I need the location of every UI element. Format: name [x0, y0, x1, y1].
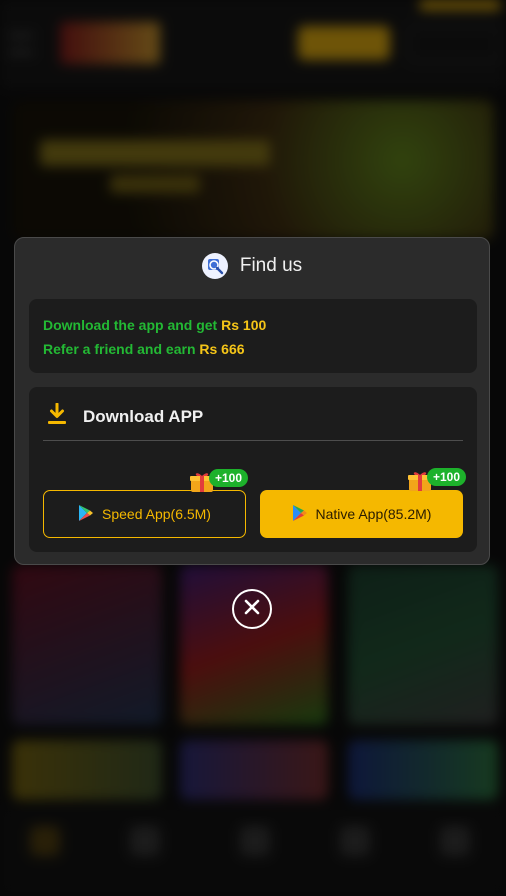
bonus-badge: +100 — [209, 469, 249, 487]
promo-line-download: Download the app and get Rs 100 — [43, 313, 463, 337]
promo-refer-value: Rs 666 — [199, 341, 245, 357]
play-store-icon — [292, 504, 308, 525]
download-header: Download APP — [47, 402, 204, 430]
download-title: Download APP — [83, 406, 204, 426]
modal-header: Find us — [15, 238, 489, 293]
native-app-button[interactable]: Native App(85.2M) +100 — [260, 468, 467, 538]
magnifier-icon — [201, 252, 228, 279]
native-app-label: Native App(85.2M) — [315, 506, 432, 522]
promo-download-text: Download the app and get — [43, 317, 218, 333]
promo-line-refer: Refer a friend and earn Rs 666 — [43, 337, 463, 361]
close-icon — [243, 598, 261, 621]
bonus-badge: +100 — [427, 468, 467, 486]
close-modal-button[interactable] — [232, 589, 272, 629]
promo-panel: Download the app and get Rs 100 Refer a … — [29, 299, 477, 373]
download-icon — [47, 402, 67, 430]
modal-title: Find us — [239, 254, 303, 276]
download-panel: Download APP Speed App(6.5M) +100 Native… — [29, 387, 477, 552]
promo-refer-text: Refer a friend and earn — [43, 341, 196, 357]
speed-app-button[interactable]: Speed App(6.5M) +100 — [43, 469, 249, 538]
divider — [43, 440, 463, 441]
speed-app-label: Speed App(6.5M) — [102, 506, 211, 522]
speed-app-bonus: +100 — [189, 469, 249, 495]
promo-download-value: Rs 100 — [221, 317, 267, 333]
find-us-modal: Find us Download the app and get Rs 100 … — [14, 237, 490, 565]
native-app-bonus: +100 — [407, 468, 467, 494]
play-store-icon — [78, 504, 94, 525]
